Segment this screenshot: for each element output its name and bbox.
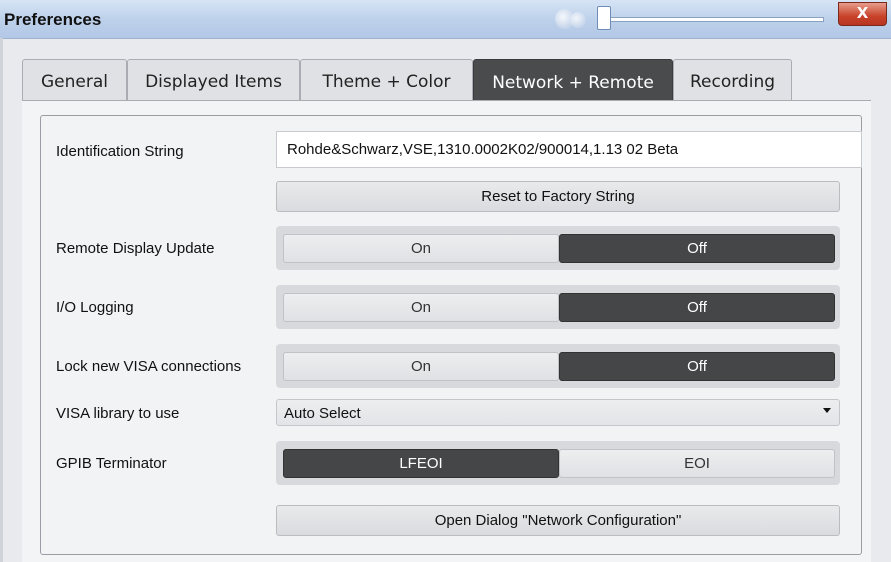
- identification-string-field[interactable]: Rohde&Schwarz,VSE,1310.0002K02/900014,1.…: [276, 131, 862, 168]
- window-title: Preferences: [4, 10, 102, 29]
- gpib-lfeoi-button[interactable]: LFEOI: [283, 449, 559, 478]
- tab-divider: [22, 100, 871, 101]
- tab-network-remote[interactable]: Network + Remote: [473, 59, 673, 101]
- transparency-slider-track[interactable]: [604, 17, 824, 22]
- gpib-eoi-button[interactable]: EOI: [559, 449, 835, 478]
- lock-visa-toggle: On Off: [276, 344, 840, 388]
- reset-factory-string-button[interactable]: Reset to Factory String: [276, 181, 840, 212]
- open-network-configuration-button[interactable]: Open Dialog "Network Configuration": [276, 505, 840, 536]
- close-button[interactable]: X: [838, 2, 887, 26]
- lock-visa-off-button[interactable]: Off: [559, 352, 835, 381]
- lock-visa-label: Lock new VISA connections: [56, 358, 242, 375]
- title-bar: Preferences X: [0, 0, 891, 39]
- remote-display-update-toggle: On Off: [276, 226, 840, 270]
- io-logging-on-button[interactable]: On: [283, 293, 559, 322]
- window-edge: [0, 38, 3, 562]
- tab-theme-color[interactable]: Theme + Color: [300, 59, 473, 100]
- remote-display-update-off-button[interactable]: Off: [559, 234, 835, 263]
- chevron-down-icon: [823, 408, 831, 413]
- lock-visa-on-button[interactable]: On: [283, 352, 559, 381]
- visa-library-select[interactable]: Auto Select: [276, 399, 840, 426]
- gpib-terminator-toggle: LFEOI EOI: [276, 441, 840, 485]
- visa-library-value: Auto Select: [284, 405, 361, 422]
- decorative-orb: [570, 12, 586, 28]
- tab-displayed-items[interactable]: Displayed Items: [127, 59, 300, 100]
- tab-recording[interactable]: Recording: [673, 59, 792, 100]
- remote-display-update-on-button[interactable]: On: [283, 234, 559, 263]
- io-logging-toggle: On Off: [276, 285, 840, 329]
- remote-display-update-label: Remote Display Update: [56, 240, 215, 257]
- io-logging-off-button[interactable]: Off: [559, 293, 835, 322]
- identification-string-label: Identification String: [56, 143, 184, 160]
- io-logging-label: I/O Logging: [56, 299, 134, 316]
- transparency-slider-thumb[interactable]: [597, 6, 611, 30]
- visa-library-label: VISA library to use: [56, 405, 180, 422]
- gpib-terminator-label: GPIB Terminator: [56, 455, 167, 472]
- tab-general[interactable]: General: [22, 59, 127, 100]
